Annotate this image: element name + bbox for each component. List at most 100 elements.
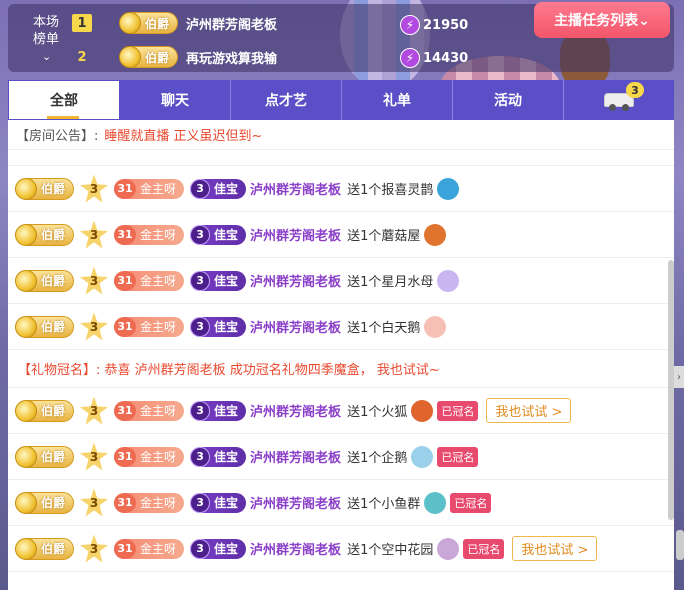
- rank-title-line1: 本场: [32, 15, 59, 30]
- fan-badge: 31 金主呀: [114, 178, 185, 199]
- coin-icon: [15, 223, 37, 246]
- tab-chat[interactable]: 聊天: [120, 80, 231, 120]
- treasure-level: 3: [190, 224, 211, 245]
- fan-level: 31: [114, 316, 137, 337]
- chevron-down-icon[interactable]: ⌄: [42, 50, 51, 63]
- star-level-icon: 3: [80, 534, 109, 563]
- user-name[interactable]: 泸州群芳阁老板: [250, 447, 341, 466]
- treasure-badge: 3 佳宝: [190, 178, 247, 199]
- anchor-task-list-button[interactable]: 主播任务列表⌄: [534, 2, 670, 38]
- rank-user-name[interactable]: 再玩游戏算我输: [186, 48, 386, 67]
- rank-entry[interactable]: 2 伯爵 再玩游戏算我输: [72, 44, 386, 70]
- chat-tabs: 全部 聊天 点才艺 礼单 活动 3: [8, 80, 674, 120]
- gift-text: 送1个星月水母: [347, 275, 434, 290]
- rank-score: ⚡ 14430: [400, 48, 468, 68]
- try-too-button[interactable]: 我也试试 >: [486, 398, 572, 423]
- noble-label: 伯爵: [41, 542, 66, 556]
- treasure-level: 3: [190, 316, 211, 337]
- star-level-icon: 3: [80, 312, 109, 341]
- fan-badge: 31 金主呀: [114, 492, 185, 513]
- gift-text: 送1个小鱼群: [347, 497, 421, 512]
- try-too-button[interactable]: 我也试试 >: [512, 536, 598, 561]
- room-announcement: 【房间公告】: 睡醒就直播 正义虽迟但到~: [8, 120, 674, 150]
- list-item: 伯爵 3 31 金主呀 3 佳宝 泸州群芳阁老板 送1个白天鹅: [8, 304, 674, 350]
- lightning-icon: ⚡: [400, 15, 420, 35]
- treasure-badge: 3 佳宝: [190, 446, 247, 467]
- gift-text: 送1个报喜灵鹊: [347, 183, 434, 198]
- gift-text: 送1个白天鹅: [347, 321, 421, 336]
- treasure-label: 佳宝: [214, 542, 239, 556]
- treasure-level: 3: [190, 446, 211, 467]
- treasure-level: 3: [190, 400, 211, 421]
- scroll-handle[interactable]: [676, 530, 684, 560]
- noble-label: 伯爵: [41, 496, 66, 510]
- message-list[interactable]: 伯爵 3 31 金主呀 3 佳宝 泸州群芳阁老板 送1个报喜灵鹊 伯爵 3 31 金主呀 3 佳宝 泸州群芳…: [8, 150, 674, 590]
- tab-talent[interactable]: 点才艺: [231, 80, 342, 120]
- treasure-badge: 3 佳宝: [190, 224, 247, 245]
- list-item: 伯爵 3 31 金主呀 3 佳宝 泸州群芳阁老板 送1个火狐 已冠名 我也试试 >: [8, 388, 674, 434]
- fan-label: 金主呀: [140, 228, 177, 242]
- user-name[interactable]: 泸州群芳阁老板: [250, 317, 341, 336]
- treasure-badge: 3 佳宝: [190, 492, 247, 513]
- fan-level: 31: [114, 446, 137, 467]
- user-name[interactable]: 泸州群芳阁老板: [250, 539, 341, 558]
- tab-gift-list[interactable]: 礼单: [342, 80, 453, 120]
- coin-icon: [119, 46, 141, 68]
- gift-text: 送1个空中花园: [347, 543, 434, 558]
- gift-icon: [437, 177, 460, 200]
- user-name[interactable]: 泸州群芳阁老板: [250, 271, 341, 290]
- treasure-label: 佳宝: [214, 228, 239, 242]
- tab-activity[interactable]: 活动: [453, 80, 564, 120]
- fan-label: 金主呀: [140, 274, 177, 288]
- noble-badge: 伯爵: [119, 12, 179, 34]
- coin-icon: [15, 491, 37, 514]
- crowned-badge: 已冠名: [437, 446, 479, 467]
- tab-all[interactable]: 全部: [8, 80, 120, 120]
- chevron-right-icon[interactable]: ›: [674, 366, 684, 388]
- crowned-badge: 已冠名: [463, 538, 505, 559]
- coin-icon: [15, 177, 37, 200]
- fan-level: 31: [114, 224, 137, 245]
- noble-badge: 伯爵: [15, 315, 75, 338]
- rank-title-line2: 榜单: [32, 32, 59, 47]
- gift-icon: [424, 315, 447, 338]
- crowned-badge: 已冠名: [437, 400, 479, 421]
- fan-badge: 31 金主呀: [114, 224, 185, 245]
- fan-label: 金主呀: [140, 496, 177, 510]
- list-item: 伯爵 3 31 金主呀 3 佳宝 泸州群芳阁老板 送1个星月水母: [8, 258, 674, 304]
- fan-label: 金主呀: [140, 542, 177, 556]
- coin-icon: [15, 537, 37, 560]
- coin-icon: [119, 12, 141, 34]
- fan-level: 31: [114, 178, 137, 199]
- tab-vehicle[interactable]: 3: [564, 80, 674, 120]
- treasure-label: 佳宝: [214, 320, 239, 334]
- list-item: 伯爵 3 31 金主呀 3 佳宝 泸州群芳阁老板 送1个小鱼群 已冠名: [8, 480, 674, 526]
- coin-icon: [15, 445, 37, 468]
- rank-entry[interactable]: 1 伯爵 泸州群芳阁老板: [72, 10, 386, 36]
- noble-label: 伯爵: [41, 450, 66, 464]
- noble-label: 伯爵: [145, 16, 170, 31]
- list-item: 伯爵 3 31 金主呀 3 佳宝 泸州群芳阁老板 送1个蘑菇屋: [8, 212, 674, 258]
- star-level-icon: 3: [80, 488, 109, 517]
- user-name[interactable]: 泸州群芳阁老板: [250, 493, 341, 512]
- gift-icon: [437, 269, 460, 292]
- rank-score-value: 14430: [423, 50, 469, 66]
- treasure-badge: 3 佳宝: [190, 400, 247, 421]
- system-message[interactable]: 【礼物冠名】: 恭喜 泸州群芳阁老板 成功冠名礼物四季魔盒， 我也试试~: [8, 350, 674, 388]
- gift-icon: [411, 399, 434, 422]
- rank-title[interactable]: 本场 榜单: [26, 14, 66, 48]
- treasure-label: 佳宝: [214, 450, 239, 464]
- list-item: 伯爵 3 31 金主呀 3 佳宝 泸州群芳阁老板 送1个报喜灵鹊: [8, 166, 674, 212]
- fan-label: 金主呀: [140, 320, 177, 334]
- fan-badge: 31 金主呀: [114, 270, 185, 291]
- star-level-icon: 3: [80, 442, 109, 471]
- user-name[interactable]: 泸州群芳阁老板: [250, 179, 341, 198]
- star-level-icon: 3: [80, 220, 109, 249]
- treasure-level: 3: [190, 270, 211, 291]
- user-name[interactable]: 泸州群芳阁老板: [250, 225, 341, 244]
- treasure-badge: 3 佳宝: [190, 316, 247, 337]
- fan-level: 31: [114, 400, 137, 421]
- scrollbar[interactable]: [668, 260, 674, 520]
- user-name[interactable]: 泸州群芳阁老板: [250, 401, 341, 420]
- rank-user-name[interactable]: 泸州群芳阁老板: [186, 14, 386, 33]
